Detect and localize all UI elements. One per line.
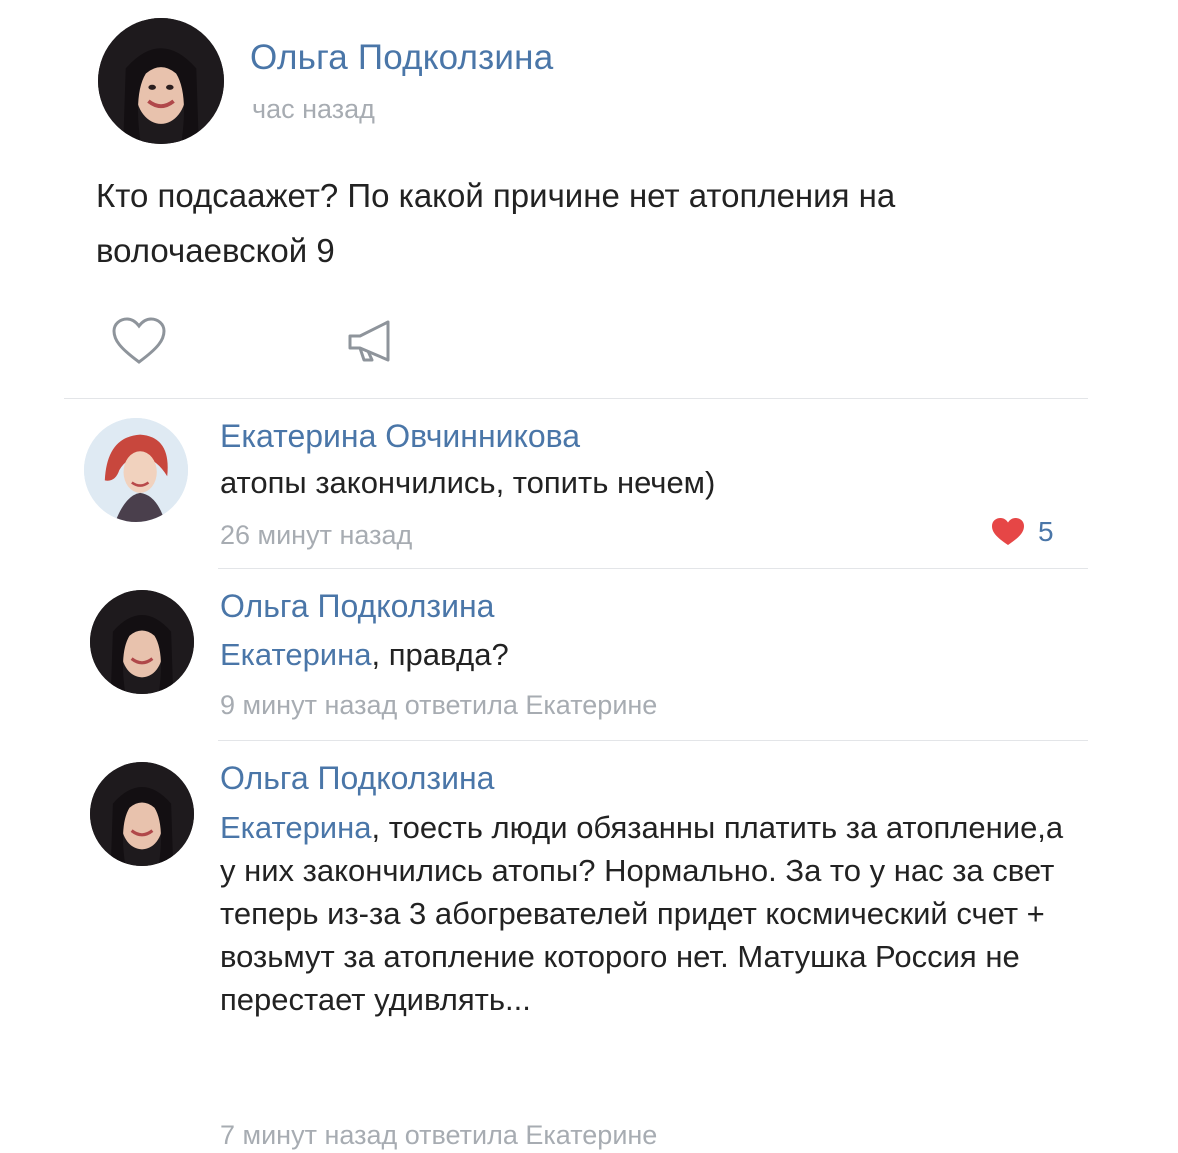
post-text: Кто подсаажет? По какой причине нет атоп… [96, 177, 896, 269]
comment-mention[interactable]: Екатерина [220, 637, 372, 672]
comment-body: , правда? [371, 637, 509, 672]
comment-likes[interactable]: 5 [990, 516, 1054, 548]
comment-text: Екатерина, правда? [220, 633, 1070, 676]
comment-author-name[interactable]: Екатерина Овчинникова [220, 418, 580, 455]
comment-author-name[interactable]: Ольга Подколзина [220, 588, 494, 625]
comment-avatar[interactable] [90, 762, 194, 866]
divider [64, 398, 1088, 399]
comment-meta[interactable]: 26 минут назад [220, 520, 412, 551]
comment-body: атопы закончились, топить нечем) [220, 465, 716, 500]
comment-mention[interactable]: Екатерина [220, 810, 372, 845]
divider [218, 568, 1088, 569]
post-author-name[interactable]: Ольга Подколзина [250, 38, 553, 78]
likes-count: 5 [1038, 516, 1054, 547]
divider [218, 740, 1088, 741]
comment-text: Екатерина, тоесть люди обязанны платить … [220, 806, 1070, 1021]
post-timestamp[interactable]: час назад [252, 94, 375, 125]
comment-author-name[interactable]: Ольга Подколзина [220, 760, 494, 797]
heart-outline-icon[interactable] [110, 316, 168, 366]
comment-meta[interactable]: 7 минут назад ответила Екатерине [220, 1120, 657, 1151]
comment-avatar[interactable] [90, 590, 194, 694]
author-avatar[interactable] [98, 18, 224, 144]
comment-text: атопы закончились, топить нечем) [220, 461, 1070, 504]
avatar-image [90, 590, 194, 694]
avatar-image [98, 18, 224, 144]
avatar-image [90, 762, 194, 866]
post-actions [110, 316, 430, 366]
heart-filled-icon [992, 518, 1024, 545]
comment-avatar[interactable] [84, 418, 188, 522]
megaphone-icon[interactable] [344, 318, 402, 364]
comment-meta[interactable]: 9 минут назад ответила Екатерине [220, 690, 657, 721]
avatar-image [84, 418, 188, 522]
